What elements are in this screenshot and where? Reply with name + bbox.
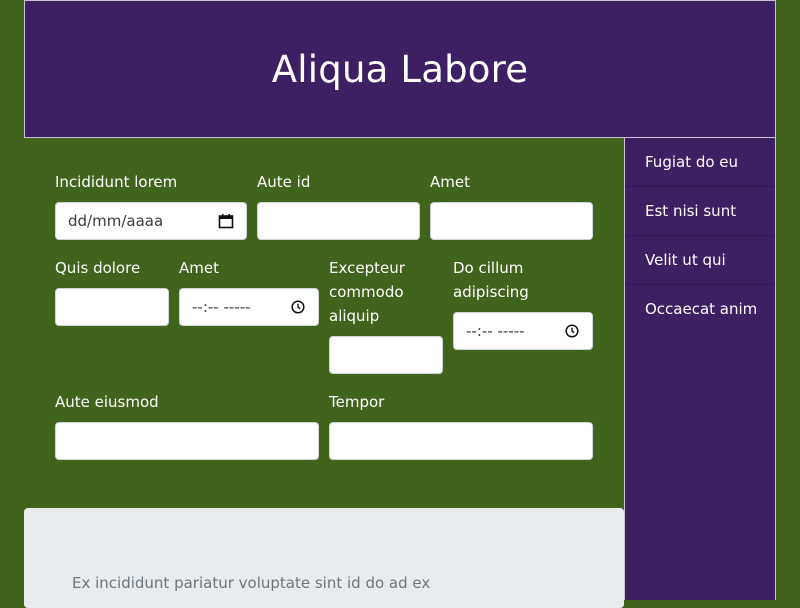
do-cillum-time-input[interactable]: --:-- ----- [453, 312, 593, 350]
tempor-input[interactable] [329, 422, 593, 460]
calendar-icon[interactable] [218, 213, 234, 229]
sidebar-item-velit[interactable]: Velit ut qui [625, 236, 775, 285]
sidebar-item-fugiat[interactable]: Fugiat do eu [625, 138, 775, 187]
excepteur-input[interactable] [329, 336, 443, 374]
incididunt-date-input[interactable]: dd/mm/aaaa [55, 202, 247, 240]
info-card: Ex incididunt pariatur voluptate sint id… [24, 508, 624, 608]
do-cillum-label: Do cillum adipiscing [453, 259, 529, 301]
quis-dolore-label: Quis dolore [55, 259, 141, 277]
sidebar-item-est[interactable]: Est nisi sunt [625, 187, 775, 236]
aute-id-input[interactable] [257, 202, 420, 240]
amet-time-label: Amet [179, 259, 219, 277]
excepteur-label: Excepteur commodo aliquip [329, 259, 405, 325]
amet-input[interactable] [430, 202, 593, 240]
amet-time-input[interactable]: --:-- ----- [179, 288, 319, 326]
incididunt-label: Incididunt lorem [55, 173, 178, 191]
app-header: Aliqua Labore [24, 0, 776, 138]
aute-eiusmod-label: Aute eiusmod [55, 393, 159, 411]
clock-icon[interactable] [564, 323, 580, 339]
clock-icon[interactable] [290, 299, 306, 315]
quis-dolore-input[interactable] [55, 288, 169, 326]
sidebar-item-occaecat[interactable]: Occaecat anim [625, 285, 775, 334]
time-placeholder: --:-- ----- [466, 322, 525, 340]
time-placeholder: --:-- ----- [192, 298, 251, 316]
amet-label: Amet [430, 173, 470, 191]
aute-id-label: Aute id [257, 173, 311, 191]
sidebar: Fugiat do eu Est nisi sunt Velit ut qui … [624, 138, 776, 600]
page-title: Aliqua Labore [271, 47, 529, 91]
tempor-label: Tempor [329, 393, 385, 411]
aute-eiusmod-input[interactable] [55, 422, 319, 460]
card-text: Ex incididunt pariatur voluptate sint id… [72, 574, 431, 592]
date-placeholder: dd/mm/aaaa [68, 212, 164, 230]
